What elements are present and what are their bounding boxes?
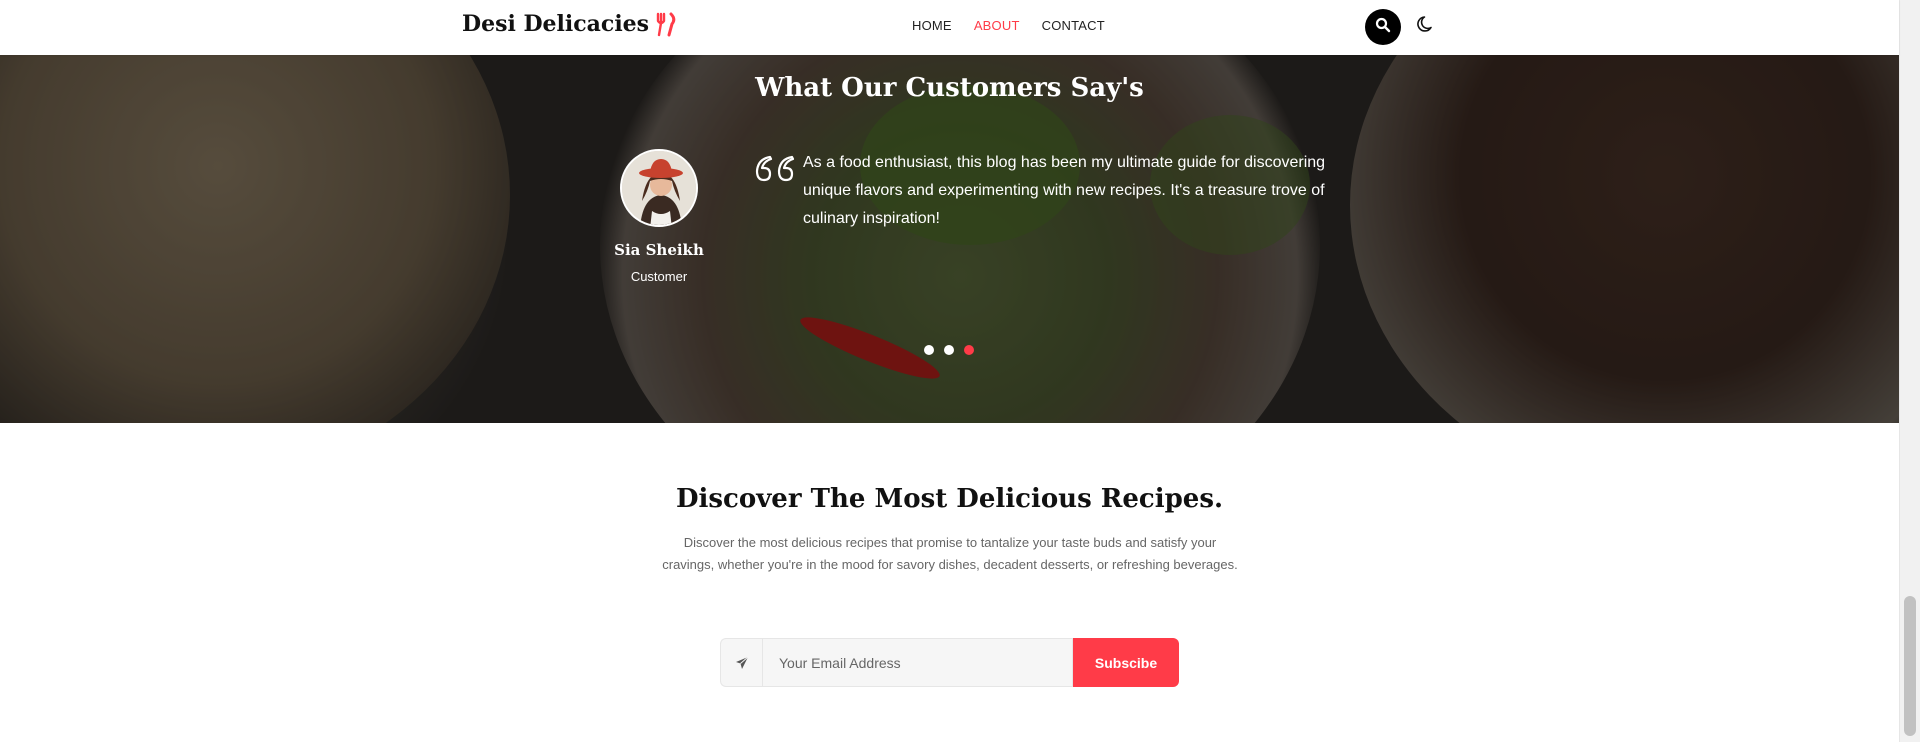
email-input[interactable] <box>762 638 1073 687</box>
carousel-dot[interactable] <box>944 345 954 355</box>
nav-home[interactable]: HOME <box>912 18 952 33</box>
logo-text: Desi Delicacies <box>462 11 650 37</box>
nav-about[interactable]: ABOUT <box>974 18 1020 33</box>
nav-contact[interactable]: CONTACT <box>1042 18 1105 33</box>
discover-title: Discover The Most Delicious Recipes. <box>675 484 1224 514</box>
dark-mode-toggle[interactable] <box>1414 14 1438 38</box>
newsletter-form: Subscibe <box>720 638 1179 687</box>
page-scrollbar[interactable] <box>1899 0 1920 742</box>
quote-icon <box>752 149 798 189</box>
testimonial-section: What Our Customers Say's Sia Sheikh Cust… <box>0 55 1899 423</box>
search-icon <box>1375 17 1391 38</box>
fork-spoon-icon <box>652 11 678 37</box>
testimonial-quote: As a food enthusiast, this blog has been… <box>803 154 1326 227</box>
site-header: Desi Delicacies HOME ABOUT CONTACT <box>0 0 1899 55</box>
subscribe-button[interactable]: Subscibe <box>1073 638 1179 687</box>
testimonial-title: What Our Customers Say's <box>755 73 1144 103</box>
search-button[interactable] <box>1365 9 1401 45</box>
customer-name: Sia Sheikh <box>614 241 704 259</box>
moon-icon <box>1416 14 1436 39</box>
site-logo[interactable]: Desi Delicacies <box>462 11 678 37</box>
customer-role: Customer <box>630 269 688 284</box>
carousel-dot-active[interactable] <box>964 345 974 355</box>
scrollbar-thumb[interactable] <box>1904 596 1916 736</box>
avatar <box>620 149 698 227</box>
carousel-dot[interactable] <box>924 345 934 355</box>
send-icon <box>720 638 762 687</box>
hero-overlay <box>0 55 1899 423</box>
discover-description: Discover the most delicious recipes that… <box>662 535 1238 572</box>
carousel-pagination <box>924 345 974 355</box>
main-nav: HOME ABOUT CONTACT <box>912 18 1105 33</box>
